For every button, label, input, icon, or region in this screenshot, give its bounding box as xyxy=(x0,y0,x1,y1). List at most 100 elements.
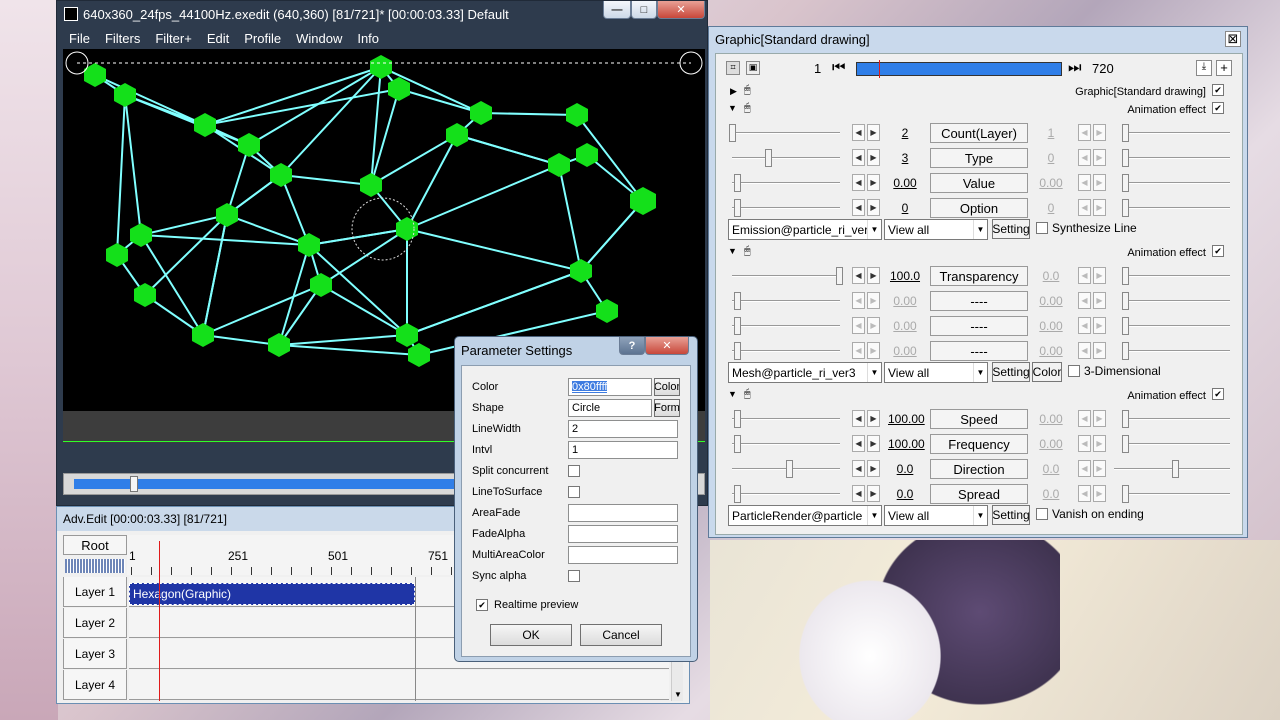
param-b4-end-arrows[interactable]: ◀ ▶ xyxy=(1078,342,1106,359)
value-end-value[interactable]: 0.00 xyxy=(1034,176,1068,190)
view-all-select-b[interactable]: View all ▼ xyxy=(884,362,988,383)
minimize-button[interactable]: — xyxy=(603,1,631,19)
menu-file[interactable]: File xyxy=(69,31,90,46)
layer-2-header[interactable]: Layer 2 xyxy=(63,608,127,638)
collapse-section-b-icon[interactable]: ▼ xyxy=(728,246,737,256)
param-shape-field[interactable]: Circle xyxy=(568,399,652,417)
transparency-end-value[interactable]: 0.0 xyxy=(1034,269,1068,283)
param-b3-arrows[interactable]: ◀ ▶ xyxy=(852,317,880,334)
direction-end-value[interactable]: 0.0 xyxy=(1034,462,1068,476)
speed-slider[interactable] xyxy=(732,410,840,428)
collapse-section-c-icon[interactable]: ▼ xyxy=(728,389,737,399)
menu-profile[interactable]: Profile xyxy=(244,31,281,46)
speed-end-arrows[interactable]: ◀ ▶ xyxy=(1078,410,1106,427)
option-arrows[interactable]: ◀ ▶ xyxy=(852,199,880,216)
param-fadealpha-field[interactable] xyxy=(568,525,678,543)
zoom-gauge[interactable] xyxy=(65,559,125,573)
vanish-on-ending-box[interactable] xyxy=(1036,508,1048,520)
option-slider[interactable] xyxy=(732,199,840,217)
value-arrows[interactable]: ◀ ▶ xyxy=(852,174,880,191)
view-all-select-c[interactable]: View all ▼ xyxy=(884,505,988,526)
value-value[interactable]: 0.00 xyxy=(888,176,922,190)
param-b3-end-value[interactable]: 0.00 xyxy=(1034,319,1068,333)
spread-value[interactable]: 0.0 xyxy=(888,487,922,501)
spread-end-arrows[interactable]: ◀ ▶ xyxy=(1078,485,1106,502)
param-b4-arrows[interactable]: ◀ ▶ xyxy=(852,342,880,359)
ok-button[interactable]: OK xyxy=(490,624,572,646)
frequency-arrows[interactable]: ◀ ▶ xyxy=(852,435,880,452)
section-a-enable-checkbox[interactable]: ✔ xyxy=(1212,102,1224,114)
emission-select[interactable]: Emission@particle_ri_ver ▼ xyxy=(728,219,882,240)
prev-keyframe-icon[interactable]: ⏮ xyxy=(832,59,846,76)
layer-4-header[interactable]: Layer 4 xyxy=(63,670,127,700)
maximize-button[interactable]: □ xyxy=(631,1,657,19)
count-layer-value[interactable]: 2 xyxy=(888,126,922,140)
option-value[interactable]: 0 xyxy=(888,201,922,215)
param-b2-slider[interactable] xyxy=(732,292,840,310)
expand-object-icon[interactable]: ▶ xyxy=(730,86,737,97)
setting-button-b[interactable]: Setting xyxy=(992,362,1030,382)
playhead[interactable] xyxy=(159,541,160,701)
direction-slider[interactable] xyxy=(732,460,840,478)
group-icon[interactable]: ▣ xyxy=(746,61,760,75)
dialog-help-button[interactable]: ? xyxy=(619,337,645,355)
count-layer-arrows[interactable]: ◀ ▶ xyxy=(852,124,880,141)
param-form-button[interactable]: Form xyxy=(654,399,680,417)
param-b3-value[interactable]: 0.00 xyxy=(888,319,922,333)
direction-value[interactable]: 0.0 xyxy=(888,462,922,476)
menu-info[interactable]: Info xyxy=(357,31,379,46)
count-layer-slider[interactable] xyxy=(729,124,840,142)
direction-arrows[interactable]: ◀ ▶ xyxy=(852,460,880,477)
section-b-enable-checkbox[interactable]: ✔ xyxy=(1212,245,1224,257)
count-layer-button[interactable]: Count(Layer) xyxy=(930,123,1028,143)
param-b3-end-slider[interactable] xyxy=(1122,317,1230,335)
synthesize-line-checkbox[interactable]: Synthesize Line xyxy=(1036,221,1137,235)
value-end-slider[interactable] xyxy=(1122,174,1230,192)
param-b2-value[interactable]: 0.00 xyxy=(888,294,922,308)
value-button[interactable]: Value xyxy=(930,173,1028,193)
frequency-button[interactable]: Frequency xyxy=(930,434,1028,454)
value-end-arrows[interactable]: ◀ ▶ xyxy=(1078,174,1106,191)
frequency-end-slider[interactable] xyxy=(1122,435,1230,453)
speed-end-slider[interactable] xyxy=(1122,410,1230,428)
transparency-end-arrows[interactable]: ◀ ▶ xyxy=(1078,267,1106,284)
transparency-button[interactable]: Transparency xyxy=(930,266,1028,286)
frequency-value[interactable]: 100.00 xyxy=(888,437,925,451)
param-b4-button[interactable]: ---- xyxy=(930,341,1028,361)
menu-filters[interactable]: Filters xyxy=(105,31,140,46)
object-enable-checkbox[interactable]: ✔ xyxy=(1212,84,1224,96)
param-linewidth-field[interactable]: 2 xyxy=(568,420,678,438)
three-dimensional-checkbox[interactable]: 3-Dimensional xyxy=(1068,364,1161,378)
color-button-b[interactable]: Color xyxy=(1032,362,1062,382)
speed-button[interactable]: Speed xyxy=(930,409,1028,429)
param-sync-alpha-checkbox[interactable] xyxy=(568,570,580,582)
option-end-arrows[interactable]: ◀ ▶ xyxy=(1078,199,1106,216)
dialog-close-button[interactable]: ✕ xyxy=(645,337,689,355)
realtime-preview-checkbox[interactable]: ✔ xyxy=(476,599,488,611)
type-button[interactable]: Type xyxy=(930,148,1028,168)
type-arrows[interactable]: ◀ ▶ xyxy=(852,149,880,166)
graphic-close-icon[interactable]: ⊠ xyxy=(1225,31,1241,47)
param-b3-slider[interactable] xyxy=(732,317,840,335)
scroll-down-icon[interactable]: ▼ xyxy=(674,690,682,699)
layer-4-lane[interactable] xyxy=(129,670,669,700)
section-c-enable-checkbox[interactable]: ✔ xyxy=(1212,388,1224,400)
param-linetosurface-checkbox[interactable] xyxy=(568,486,580,498)
particle-render-select[interactable]: ParticleRender@particle ▼ xyxy=(728,505,882,526)
frame-range-bar[interactable] xyxy=(856,60,1062,78)
count-layer-end-arrows[interactable]: ◀ ▶ xyxy=(1078,124,1106,141)
option-end-slider[interactable] xyxy=(1122,199,1230,217)
frequency-end-value[interactable]: 0.00 xyxy=(1034,437,1068,451)
camera-icon[interactable]: ⌗ xyxy=(726,61,740,75)
add-filter-icon[interactable]: + xyxy=(1216,60,1232,76)
pin-icon[interactable]: ⤓ xyxy=(1196,60,1212,76)
transparency-slider[interactable] xyxy=(732,267,843,285)
transparency-value[interactable]: 100.0 xyxy=(888,269,922,283)
param-b4-end-slider[interactable] xyxy=(1122,342,1230,360)
layer-3-header[interactable]: Layer 3 xyxy=(63,639,127,669)
type-value[interactable]: 3 xyxy=(888,151,922,165)
param-b4-value[interactable]: 0.00 xyxy=(888,344,922,358)
menu-filter-plus[interactable]: Filter+ xyxy=(155,31,191,46)
frequency-end-arrows[interactable]: ◀ ▶ xyxy=(1078,435,1106,452)
hexagon-graphic-clip[interactable]: Hexagon(Graphic) xyxy=(129,583,415,605)
